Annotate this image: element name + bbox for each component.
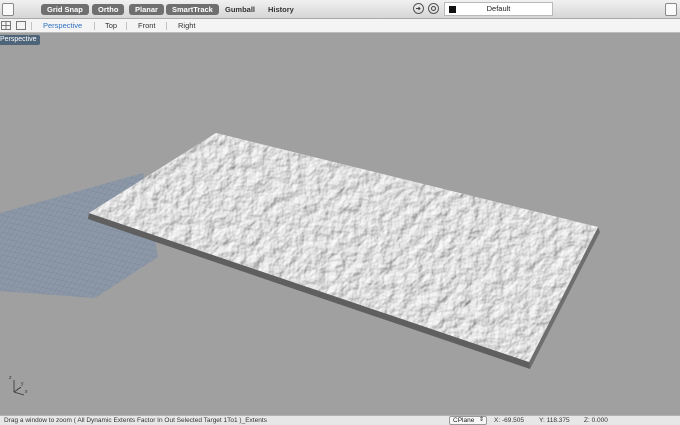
chevron-updown-icon: ⇕ — [478, 417, 484, 423]
tab-divider — [94, 22, 95, 30]
osnap-target-icon[interactable] — [428, 3, 439, 14]
modes-toolbar: Grid Snap Ortho Planar SmartTrack Gumbal… — [0, 0, 680, 19]
planar-button[interactable]: Planar — [129, 4, 164, 15]
tab-perspective[interactable]: Perspective — [43, 19, 82, 33]
tab-divider — [31, 22, 32, 30]
gumball-button[interactable]: Gumball — [225, 4, 255, 15]
panel-toggle-right-icon[interactable] — [665, 3, 677, 16]
layer-name: Default — [486, 4, 511, 13]
tab-right[interactable]: Right — [178, 19, 196, 33]
coord-y: Y: 118.375 — [539, 417, 570, 424]
axis-y-label: y — [21, 381, 24, 387]
four-viewports-icon[interactable] — [1, 21, 11, 30]
axis-z-label: z — [9, 375, 12, 381]
smarttrack-button[interactable]: SmartTrack — [166, 4, 219, 15]
ortho-button[interactable]: Ortho — [92, 4, 125, 15]
axis-x-label: x — [25, 389, 28, 395]
terrain-mesh — [88, 133, 600, 369]
tab-front[interactable]: Front — [138, 19, 156, 33]
tab-divider — [166, 22, 167, 30]
single-viewport-icon[interactable] — [16, 21, 26, 30]
viewport-tabbar: Perspective Top Front Right — [0, 19, 680, 33]
command-prompt-text: Drag a window to zoom ( All Dynamic Exte… — [4, 417, 267, 424]
cplane-label: CPlane — [453, 417, 475, 424]
tab-divider — [126, 22, 127, 30]
grid-snap-button[interactable]: Grid Snap — [41, 4, 89, 15]
viewport-label[interactable]: Perspective — [0, 35, 40, 45]
coord-z: Z: 0.000 — [584, 417, 608, 424]
cplane-selector[interactable]: CPlane ⇕ — [449, 416, 487, 425]
status-bar: Drag a window to zoom ( All Dynamic Exte… — [0, 415, 680, 425]
history-button[interactable]: History — [268, 4, 294, 15]
record-history-icon[interactable] — [413, 3, 424, 14]
scene-canvas — [0, 133, 600, 369]
layer-selector[interactable]: Default — [444, 2, 553, 16]
panel-toggle-left-icon[interactable] — [2, 3, 14, 16]
coord-x: X: -69.505 — [494, 417, 524, 424]
tab-top[interactable]: Top — [105, 19, 117, 33]
perspective-viewport[interactable]: Perspective z y x — [0, 33, 680, 415]
